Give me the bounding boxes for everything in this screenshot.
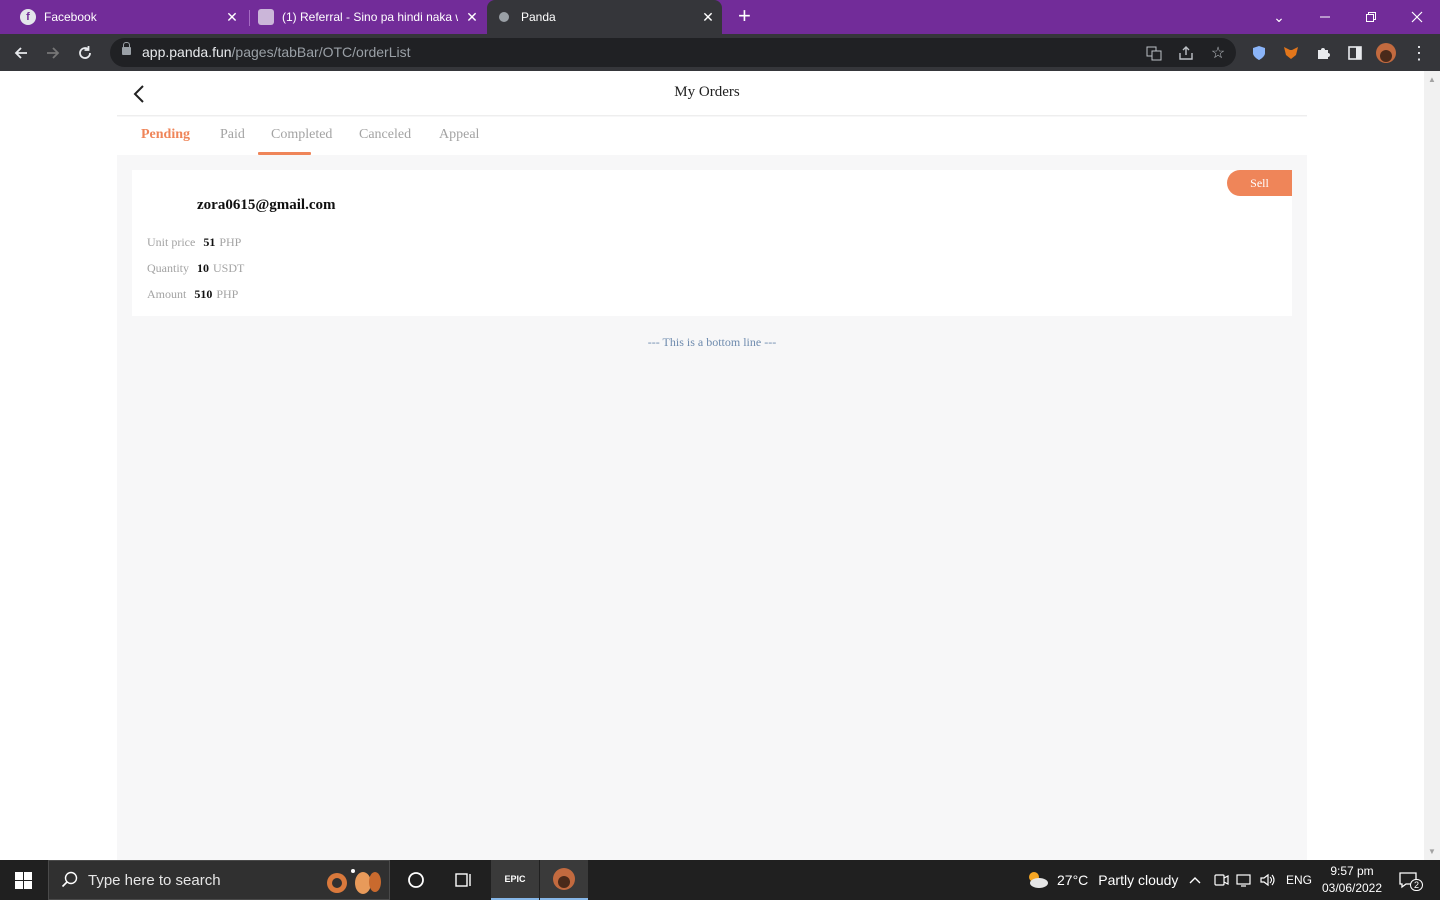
page-header: My Orders [117,71,1307,116]
profile-avatar[interactable] [1373,40,1399,66]
translate-icon[interactable] [1144,43,1164,63]
order-card[interactable]: Sell zora0615@gmail.com Unit price 51 PHP … [132,170,1292,316]
browser-toolbar: app.panda.fun/pages/tabBar/OTC/orderList… [0,34,1440,71]
network-icon[interactable] [1236,860,1254,900]
orders-app: My Orders Pending Paid Completed Cancele… [117,71,1307,860]
shield-extension-icon[interactable] [1246,40,1272,66]
extensions-puzzle-icon[interactable] [1310,40,1336,66]
windows-taskbar: Type here to search EPIC 27°C Partly clo… [0,860,1440,900]
unit-price-currency: PHP [219,235,242,249]
browser-tab-facebook[interactable]: f Facebook ✕ [20,0,240,34]
tab-separator [249,10,250,26]
page-title: My Orders [674,84,740,100]
order-side-badge: Sell [1227,170,1292,196]
order-status-tabs: Pending Paid Completed Canceled Appeal [117,117,1307,155]
task-view-icon[interactable] [440,860,488,900]
tab-title: Panda [521,10,556,24]
meet-now-camera-icon[interactable] [1213,860,1229,900]
partly-cloudy-icon [1029,872,1048,888]
search-highlight-art-icon [327,869,381,894]
tab-search-icon[interactable]: ⌄ [1256,0,1302,34]
quantity-currency: USDT [213,261,245,275]
epic-games-icon[interactable]: EPIC [491,860,539,900]
minimize-button[interactable] [1302,0,1348,34]
bookmark-star-icon[interactable]: ☆ [1208,43,1228,63]
url-text: app.panda.fun/pages/tabBar/OTC/orderList [142,44,411,60]
address-bar[interactable]: app.panda.fun/pages/tabBar/OTC/orderList… [110,38,1236,67]
notification-count-badge: 2 [1410,879,1424,891]
list-end-text: --- This is a bottom line --- [647,335,777,349]
quantity-label: Quantity [147,261,189,275]
weather-condition: Partly cloudy [1098,872,1179,888]
restore-button[interactable] [1348,0,1394,34]
scroll-down-arrow-icon[interactable]: ▼ [1428,847,1436,856]
back-arrow-icon[interactable] [8,40,34,66]
amount-currency: PHP [216,287,239,301]
close-window-button[interactable] [1394,0,1440,34]
close-tab-icon[interactable]: ✕ [224,9,240,26]
close-tab-icon[interactable]: ✕ [700,9,716,26]
quantity-row: Quantity 10 USDT [147,261,244,276]
scroll-up-arrow-icon[interactable]: ▲ [1428,75,1436,84]
clock-time: 9:57 pm [1330,864,1374,878]
panda-favicon [499,12,509,22]
new-tab-button[interactable]: + [738,5,751,27]
show-hidden-icons-chevron-icon[interactable] [1188,860,1202,900]
quantity-value: 10 [197,261,209,275]
amount-row: Amount 510 PHP [147,287,238,302]
tab-canceled[interactable]: Canceled [359,127,411,143]
search-placeholder: Type here to search [88,872,221,889]
unit-price-row: Unit price 51 PHP [147,235,241,250]
taskbar-search-box[interactable]: Type here to search [48,860,390,900]
weather-temp: 27°C [1057,872,1089,888]
counterparty-email: zora0615@gmail.com [197,197,336,213]
amount-label: Amount [147,287,187,301]
forward-arrow-icon[interactable] [40,40,66,66]
tab-paid[interactable]: Paid [220,127,245,143]
menu-kebab-icon[interactable]: ⋮ [1406,40,1432,66]
tab-pending[interactable]: Pending [141,127,190,143]
facebook-icon: f [20,9,36,25]
metamask-fox-icon[interactable] [1278,40,1304,66]
amount-value: 510 [194,287,213,301]
tab-appeal[interactable]: Appeal [439,127,479,143]
unit-price-value: 51 [203,235,216,249]
close-tab-icon[interactable]: ✕ [464,9,480,26]
volume-speaker-icon[interactable] [1259,860,1277,900]
browser-tab-panda[interactable]: Panda ✕ [487,0,722,34]
chrome-profile-taskbar-icon[interactable] [540,860,588,900]
weather-widget[interactable]: 27°C Partly cloudy [1025,860,1178,900]
tab-completed[interactable]: Completed [271,127,332,143]
reload-icon[interactable] [72,40,98,66]
taskbar-clock[interactable]: 9:57 pm 03/06/2022 [1318,863,1386,897]
share-icon[interactable] [1176,43,1196,63]
page-scrollbar[interactable]: ▲ ▼ [1424,71,1440,860]
search-icon [61,871,78,888]
epic-games-label: EPIC [504,874,526,884]
tab-indicator [258,152,311,155]
side-panel-icon[interactable] [1342,40,1368,66]
windows-start-icon[interactable] [15,872,33,890]
tab-title: Facebook [44,10,97,24]
tab-title: (1) Referral - Sino pa hindi naka w [282,10,458,24]
web-page: My Orders Pending Paid Completed Cancele… [0,71,1424,860]
unit-price-label: Unit price [147,235,196,249]
browser-tab-referral[interactable]: (1) Referral - Sino pa hindi naka w ✕ [258,0,480,34]
lock-icon [122,42,131,55]
language-indicator[interactable]: ENG [1286,860,1312,900]
cortana-icon[interactable] [392,860,440,900]
referral-favicon [258,9,274,25]
browser-tab-strip: f Facebook ✕ (1) Referral - Sino pa hind… [0,0,1440,34]
clock-date: 03/06/2022 [1321,881,1383,895]
notification-center-icon[interactable]: 2 [1398,860,1424,900]
